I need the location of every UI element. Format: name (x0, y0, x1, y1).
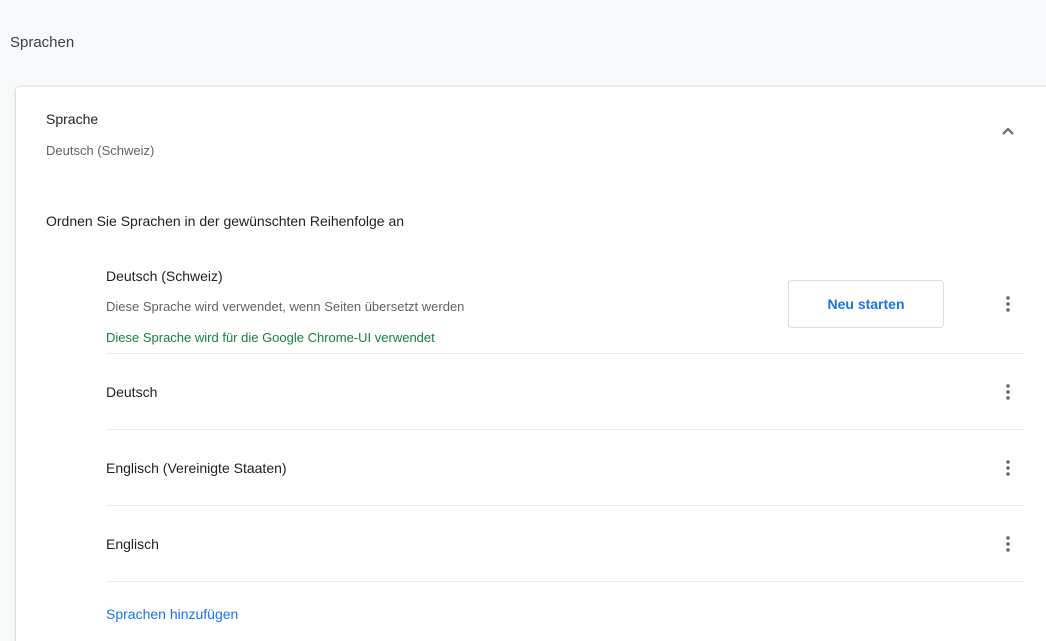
section-title: Sprachen (10, 34, 75, 51)
language-setting-label: Sprache (46, 111, 99, 127)
language-setting-header[interactable]: Sprache Deutsch (Schweiz) (16, 87, 1046, 175)
language-name: Deutsch (Schweiz) (106, 268, 223, 284)
restart-button[interactable]: Neu starten (788, 280, 944, 328)
language-row-en: Englisch (106, 506, 1024, 582)
language-name: Deutsch (106, 384, 158, 400)
language-row-de: Deutsch (106, 354, 1024, 430)
order-hint: Ordnen Sie Sprachen in der gewünschten R… (46, 213, 405, 229)
language-row-de-ch: Deutsch (Schweiz) Diese Sprache wird ver… (106, 250, 1024, 354)
language-row-en-us: Englisch (Vereinigte Staaten) (106, 430, 1024, 506)
language-menu-button[interactable] (994, 454, 1022, 482)
add-languages-link[interactable]: Sprachen hinzufügen (106, 606, 238, 622)
language-name: Englisch (106, 536, 159, 552)
language-name: Englisch (Vereinigte Staaten) (106, 460, 287, 476)
more-vert-icon (1006, 460, 1010, 476)
translation-note: Diese Sprache wird verwendet, wenn Seite… (106, 299, 465, 314)
language-menu-button[interactable] (994, 290, 1022, 318)
ui-language-note: Diese Sprache wird für die Google Chrome… (106, 330, 435, 345)
more-vert-icon (1006, 296, 1010, 312)
collapse-button[interactable] (994, 117, 1022, 145)
language-menu-button[interactable] (994, 378, 1022, 406)
more-vert-icon (1006, 536, 1010, 552)
chevron-up-icon (1002, 127, 1014, 135)
settings-page: Sprachen Sprache Deutsch (Schweiz) Ordne… (0, 0, 1046, 641)
language-setting-value: Deutsch (Schweiz) (46, 143, 155, 158)
languages-card: Sprache Deutsch (Schweiz) Ordnen Sie Spr… (16, 87, 1046, 641)
language-menu-button[interactable] (994, 530, 1022, 558)
more-vert-icon (1006, 384, 1010, 400)
language-list: Deutsch (Schweiz) Diese Sprache wird ver… (106, 250, 1024, 582)
